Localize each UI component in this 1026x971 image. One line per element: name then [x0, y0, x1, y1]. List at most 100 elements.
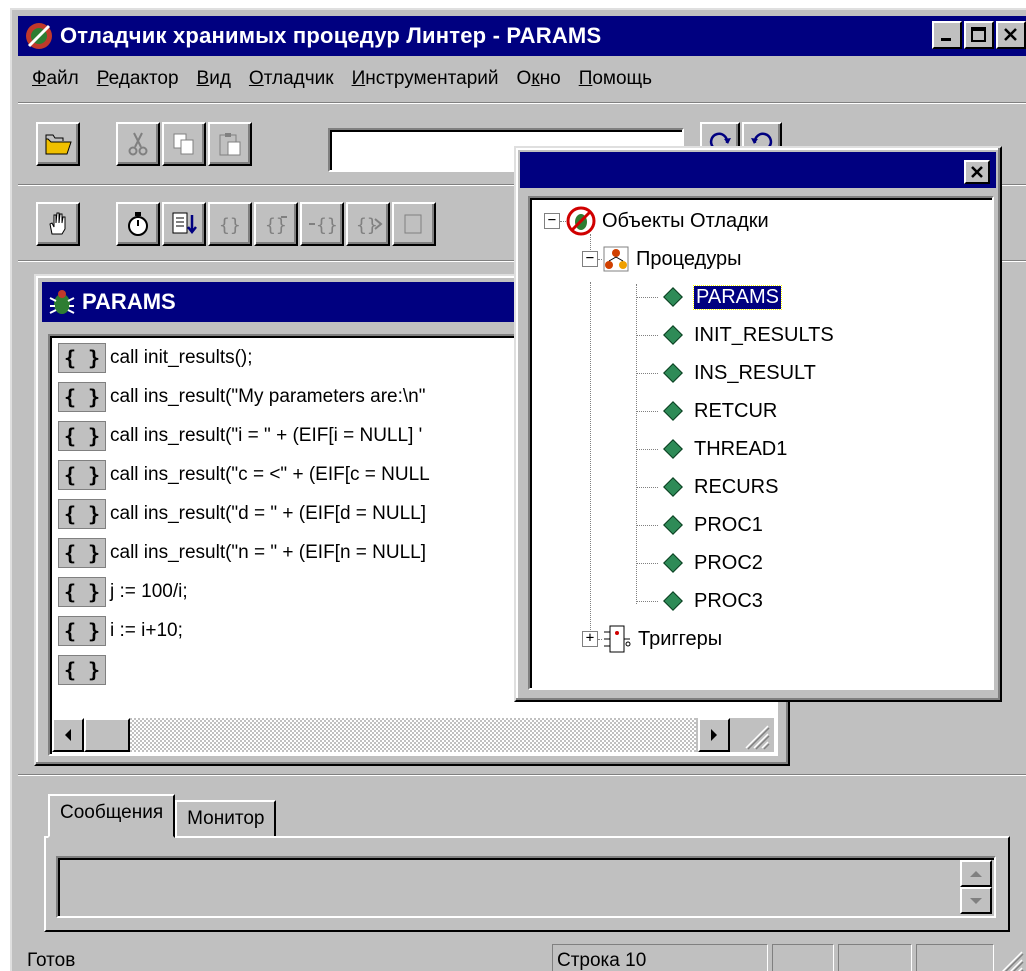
tree-item-recurs[interactable]: RECURS — [636, 470, 778, 504]
arrow-left-icon — [65, 729, 71, 741]
tree-item-label: RECURS — [694, 475, 779, 498]
run-button[interactable] — [392, 202, 436, 246]
procedure-icon — [663, 515, 683, 535]
step-out-button[interactable]: {} — [300, 202, 344, 246]
horizontal-scrollbar[interactable] — [52, 718, 774, 752]
statement-icon: { } — [58, 577, 106, 607]
tree-node-procedures[interactable]: − Процедуры — [582, 242, 741, 276]
paste-icon — [219, 133, 241, 156]
statement-icon: { } — [58, 382, 106, 412]
menu-window[interactable]: Окно — [517, 68, 561, 90]
menu-tools[interactable]: Инструментарий — [352, 68, 499, 90]
tree-connector — [636, 486, 658, 488]
resize-grip-icon[interactable] — [740, 720, 770, 750]
procedure-icon — [663, 553, 683, 573]
paste-button[interactable] — [208, 122, 252, 166]
menu-help[interactable]: Помощь — [579, 68, 652, 90]
statement-icon: { } — [58, 616, 106, 646]
bug-icon — [49, 290, 75, 314]
tree-item-retcur[interactable]: RETCUR — [636, 394, 777, 428]
menu-view[interactable]: Вид — [197, 68, 231, 90]
debug-objects-close-button[interactable] — [964, 160, 990, 184]
status-cell-4 — [838, 944, 912, 971]
triggers-icon — [604, 625, 631, 653]
tree-connector — [636, 372, 658, 374]
code-line[interactable]: { } call ins_result("c = <" + (EIF[c = NU… — [58, 457, 430, 493]
messages-list[interactable] — [56, 856, 996, 918]
debug-objects-title-bar[interactable] — [520, 152, 996, 188]
tree-connector — [636, 524, 658, 526]
tree-item-proc2[interactable]: PROC2 — [636, 546, 763, 580]
breakpoint-hand-button[interactable] — [36, 202, 80, 246]
tree-procedures-label: Процедуры — [636, 247, 742, 270]
status-text: Готов — [27, 950, 76, 971]
code-line[interactable]: { } call ins_result("d = " + (EIF[d = NUL… — [58, 496, 426, 532]
scroll-thumb[interactable] — [84, 718, 130, 752]
status-bar: Готов Строка 10 — [18, 942, 1026, 971]
code-line[interactable]: { } i := i+10; — [58, 613, 183, 649]
spin-down-button[interactable] — [960, 887, 992, 914]
code-line[interactable]: { } — [58, 652, 110, 688]
code-line[interactable]: { } j := 100/i; — [58, 574, 188, 610]
timer-button[interactable] — [116, 202, 160, 246]
tree-item-label: INIT_RESULTS — [694, 323, 834, 346]
close-button[interactable] — [996, 21, 1026, 49]
open-folder-icon — [45, 134, 72, 155]
maximize-button[interactable] — [964, 21, 994, 49]
procedure-icon — [663, 287, 683, 307]
expand-icon[interactable]: + — [582, 631, 598, 647]
tree-item-init-results[interactable]: INIT_RESULTS — [636, 318, 834, 352]
scroll-left-button[interactable] — [52, 718, 84, 752]
tab-messages[interactable]: Сообщения — [48, 794, 176, 838]
maximize-icon — [971, 27, 986, 42]
minimize-button[interactable] — [932, 21, 962, 49]
statement-icon: { } — [58, 343, 106, 373]
code-line[interactable]: { } call ins_result("i = " + (EIF[i = NUL… — [58, 418, 422, 454]
procedure-icon — [663, 439, 683, 459]
step-into-button[interactable]: {} — [208, 202, 252, 246]
cut-button[interactable] — [116, 122, 160, 166]
tab-monitor[interactable]: Монитор — [175, 800, 277, 838]
run-to-cursor-icon: {} — [356, 215, 383, 236]
tree-item-label: PROC1 — [694, 513, 763, 536]
debug-objects-tree[interactable]: − Объекты Отладки − Процедуры PARAMS INI… — [528, 196, 994, 690]
bottom-tabs: Сообщения Монитор — [48, 794, 277, 838]
menu-editor[interactable]: Редактор — [97, 68, 179, 90]
tree-item-label: PROC3 — [694, 589, 763, 612]
tree-item-thread1[interactable]: THREAD1 — [636, 432, 787, 466]
procedure-icon — [663, 477, 683, 497]
code-line[interactable]: { } call ins_result("My parameters are:\n… — [58, 379, 426, 415]
code-line[interactable]: { } call ins_result("n = " + (EIF[n = NUL… — [58, 535, 426, 571]
statement-icon: { } — [58, 421, 106, 451]
spin-up-button[interactable] — [960, 860, 992, 887]
scroll-right-button[interactable] — [698, 718, 730, 752]
tree-item-params[interactable]: PARAMS — [636, 280, 782, 314]
run-icon — [404, 214, 422, 234]
scroll-track[interactable] — [84, 718, 696, 752]
list-sort-button[interactable] — [162, 202, 206, 246]
step-over-button[interactable]: {} — [254, 202, 298, 246]
tree-item-ins-result[interactable]: INS_RESULT — [636, 356, 816, 390]
tree-item-label: PARAMS — [693, 284, 782, 310]
open-button[interactable] — [36, 122, 80, 166]
editor-title: PARAMS — [82, 289, 176, 314]
tree-connector — [636, 334, 658, 336]
cut-icon — [128, 132, 148, 156]
tree-item-proc1[interactable]: PROC1 — [636, 508, 763, 542]
code-line[interactable]: { } call init_results(); — [58, 340, 253, 376]
status-grip-icon[interactable] — [994, 946, 1024, 971]
tree-node-triggers[interactable]: + Триггеры — [582, 622, 722, 656]
tree-connector — [636, 410, 658, 412]
copy-button[interactable] — [162, 122, 206, 166]
tree-node-root[interactable]: − Объекты Отладки — [544, 204, 769, 238]
minimize-icon — [941, 38, 951, 41]
collapse-icon[interactable]: − — [544, 213, 560, 229]
menu-file[interactable]: Файл — [32, 68, 79, 90]
menu-debugger[interactable]: Отладчик — [249, 68, 334, 90]
run-to-cursor-button[interactable]: {} — [346, 202, 390, 246]
procedure-icon — [663, 401, 683, 421]
title-bar[interactable]: Отладчик хранимых процедур Линтер - PARA… — [18, 16, 1026, 56]
tree-item-proc3[interactable]: PROC3 — [636, 584, 763, 618]
collapse-icon[interactable]: − — [582, 251, 598, 267]
tree-connector — [636, 448, 658, 450]
